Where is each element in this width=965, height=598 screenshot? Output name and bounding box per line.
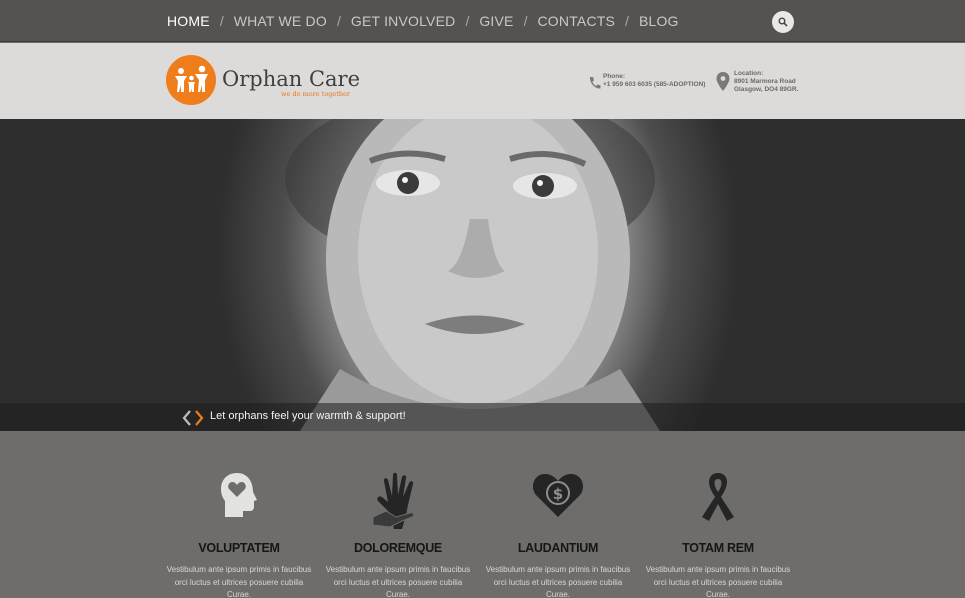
nav-item-blog[interactable]: BLOG xyxy=(639,13,679,29)
slide-caption: Let orphans feel your warmth & support! xyxy=(210,410,406,422)
brand-name[interactable]: Orphan Care xyxy=(222,67,360,91)
nav-item-give[interactable]: GIVE xyxy=(479,13,513,29)
feature-description: Vestibulum ante ipsum primis in faucibus… xyxy=(485,565,631,598)
feature-title: TOTAM REM xyxy=(682,541,754,555)
phone-number[interactable]: +1 959 603 6035 (585-ADOPTION) xyxy=(603,81,705,89)
feature-description: Vestibulum ante ipsum primis in faucibus… xyxy=(645,565,791,598)
chevron-right-icon[interactable] xyxy=(194,410,204,426)
chevron-left-icon[interactable] xyxy=(182,410,192,426)
location-line2: Glasgow, DO4 89GR. xyxy=(734,86,799,93)
feature-title: VOLUPTATEM xyxy=(198,541,280,555)
search-icon xyxy=(778,17,788,27)
phone-info: Phone: +1 959 603 6035 (585-ADOPTION) xyxy=(603,73,705,89)
search-button[interactable] xyxy=(772,11,794,33)
ribbon-icon xyxy=(702,473,734,521)
nav-item-home[interactable]: HOME xyxy=(167,13,210,29)
nav-item-contacts[interactable]: CONTACTS xyxy=(537,13,615,29)
site-header: Orphan Care we do more together Phone: +… xyxy=(0,43,965,119)
phone-icon xyxy=(589,77,601,89)
feature-title: LAUDANTIUM xyxy=(517,541,599,555)
nav-separator: / xyxy=(219,13,224,29)
nav-item-get-involved[interactable]: GET INVOLVED xyxy=(351,13,456,29)
feature-title: DOLOREMQUE xyxy=(354,541,442,555)
hero-slider: Let orphans feel your warmth & support! xyxy=(0,119,965,431)
phone-label: Phone: xyxy=(603,73,626,80)
top-navigation: HOME / WHAT WE DO / GET INVOLVED / GIVE … xyxy=(0,0,965,42)
nav-separator: / xyxy=(625,13,629,29)
head-heart-icon xyxy=(221,473,257,517)
feature-description: Vestibulum ante ipsum primis in faucibus… xyxy=(325,565,471,598)
nav-item-what-we-do[interactable]: WHAT WE DO xyxy=(234,13,327,29)
slide-caption-bar: Let orphans feel your warmth & support! xyxy=(0,403,965,431)
location-pin-icon xyxy=(716,72,730,91)
features-section: VOLUPTATEM Vestibulum ante ipsum primis … xyxy=(0,431,965,598)
feature-description: Vestibulum ante ipsum primis in faucibus… xyxy=(166,565,312,598)
svg-text:$: $ xyxy=(553,485,563,503)
nav-separator: / xyxy=(465,13,470,29)
heart-dollar-icon: $ xyxy=(532,473,584,517)
location-info: Location: 8901 Marmora Road Glasgow, DO4… xyxy=(734,70,798,94)
logo-icon[interactable] xyxy=(166,55,216,105)
location-line1: 8901 Marmora Road xyxy=(734,78,796,85)
location-label: Location: xyxy=(734,70,764,77)
nav-separator: / xyxy=(523,13,528,29)
nav-menu: HOME / WHAT WE DO / GET INVOLVED / GIVE … xyxy=(167,13,679,29)
helping-hands-icon xyxy=(372,472,415,529)
nav-separator: / xyxy=(336,13,341,29)
hero-portrait-image xyxy=(285,119,660,431)
brand-tagline: we do more together xyxy=(281,90,350,98)
